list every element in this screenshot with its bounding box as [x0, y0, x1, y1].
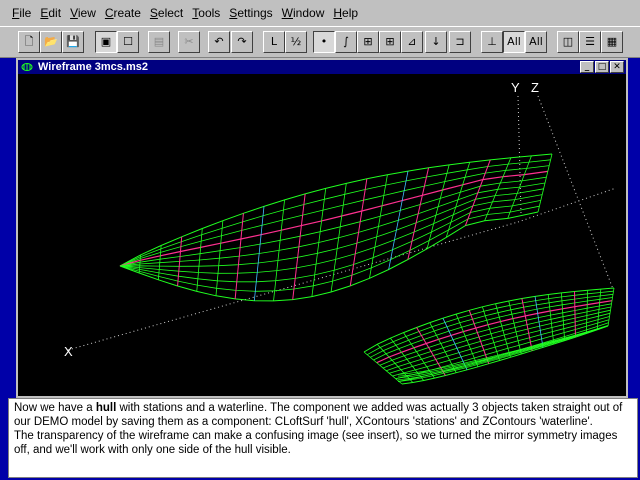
- new-file-button[interactable]: 🗋: [18, 31, 40, 53]
- insert-hull-rib-line: [455, 313, 479, 367]
- insert-hull-station-line: [574, 291, 576, 338]
- menu-window-label: indow: [293, 6, 325, 20]
- menu-file-label: ile: [19, 6, 32, 20]
- line-tool-button[interactable]: L: [263, 31, 285, 53]
- document-titlebar[interactable]: Wireframe 3mcs.ms2 _ □ ✕: [18, 60, 626, 74]
- caption-text-2: The transparency of the wireframe can ma…: [14, 430, 618, 456]
- point-tool-button[interactable]: •: [313, 31, 335, 53]
- z-axis-label: Z: [531, 80, 539, 95]
- redo-button[interactable]: ↷: [231, 31, 253, 53]
- 3d-viewport[interactable]: YZ X: [18, 74, 626, 396]
- large-hull-long-line: [119, 182, 546, 267]
- large-hull-rib-line: [426, 164, 450, 249]
- large-hull-rib-line: [445, 162, 471, 238]
- large-hull-rib-line: [507, 155, 532, 219]
- grid-tool-button[interactable]: ⊞: [379, 31, 401, 53]
- insert-hull-rib-line: [403, 332, 435, 379]
- menu-settings-label: ettings: [237, 6, 273, 20]
- document-window: Wireframe 3mcs.ms2 _ □ ✕ YZ X: [16, 58, 628, 398]
- menu-help-accelerator: H: [333, 6, 343, 20]
- menu-view[interactable]: View: [70, 6, 96, 20]
- maximize-button[interactable]: □: [595, 61, 609, 73]
- large-hull-station-line: [349, 178, 368, 286]
- large-hull-rib-line: [253, 206, 265, 301]
- menu-create[interactable]: Create: [105, 6, 141, 20]
- large-hull-rib-line: [311, 188, 327, 297]
- menu-create-accelerator: C: [104, 6, 114, 20]
- insert-hull-long-line: [392, 316, 610, 377]
- undo-button[interactable]: ↶: [208, 31, 230, 53]
- menu-settings[interactable]: Settings: [229, 6, 272, 20]
- large-hull-station-line: [292, 193, 306, 300]
- tile-button[interactable]: ▦: [601, 31, 623, 53]
- insert-hull-long-line: [382, 306, 612, 369]
- menu-select-accelerator: S: [149, 6, 158, 20]
- menu-tools[interactable]: Tools: [192, 6, 220, 20]
- x-axis-extension: [517, 187, 617, 223]
- align-tool-button[interactable]: ⊿: [401, 31, 423, 53]
- menu-bar: File Edit View Create Select Tools Settings Win…: [0, 0, 640, 26]
- frame-tool-button[interactable]: ⊐: [449, 31, 471, 53]
- snap-tool-button[interactable]: ⊞: [357, 31, 379, 53]
- properties-button[interactable]: ▤: [148, 31, 170, 53]
- caption-text-1a: Now we have a: [14, 402, 96, 414]
- x-axis-label: X: [64, 344, 73, 359]
- insert-hull-rib-line: [363, 351, 403, 385]
- axes-tool-button[interactable]: ⊥: [481, 31, 503, 53]
- y-axis-label: Y: [511, 80, 520, 95]
- menu-window[interactable]: Window: [282, 6, 325, 20]
- split-horizontal-button[interactable]: ☰: [579, 31, 601, 53]
- menu-view-label: iew: [77, 6, 96, 20]
- wireframe-scene: Y Z X: [64, 80, 617, 385]
- menu-tools-label: ools: [198, 6, 221, 20]
- document-title: Wireframe 3mcs.ms2: [38, 61, 148, 73]
- menu-view-accelerator: V: [70, 6, 78, 20]
- toolbar: 🗋 📂 💾 ▣ ☐ ▤ ✂ ↶ ↷ L ½ • ∫ ⊞ ⊞ ⊿ ↓ ⊐ ⊥ All All ◫ ☰ ▦: [0, 26, 640, 58]
- menu-window-accelerator: W: [281, 6, 293, 20]
- large-hull-rib-line: [330, 183, 347, 293]
- insert-hull-long-line: [386, 309, 611, 372]
- menu-file[interactable]: File: [12, 6, 31, 20]
- curve-tool-button[interactable]: ∫: [335, 31, 357, 53]
- large-hull-rib-line: [273, 199, 285, 301]
- arrow-tool-button[interactable]: ↓: [425, 31, 447, 53]
- view-frame-button[interactable]: ▣: [95, 31, 117, 53]
- view-rect-button[interactable]: ☐: [117, 31, 139, 53]
- large-hull-rib-line: [537, 153, 553, 213]
- insert-hull-rib-line: [442, 318, 468, 370]
- split-vertical-button[interactable]: ◫: [557, 31, 579, 53]
- insert-hull-long-line: [367, 290, 614, 356]
- save-button[interactable]: 💾: [62, 31, 84, 53]
- all-deselect-button[interactable]: All: [525, 31, 547, 53]
- menu-create-label: reate: [113, 6, 141, 20]
- large-hull-long-line: [119, 188, 544, 267]
- menu-select[interactable]: Select: [150, 6, 183, 20]
- large-hull-rib-line: [369, 174, 388, 279]
- close-button[interactable]: ✕: [610, 61, 624, 73]
- menu-edit[interactable]: Edit: [40, 6, 61, 20]
- menu-edit-label: dit: [48, 6, 62, 20]
- cut-button[interactable]: ✂: [178, 31, 200, 53]
- y-axis-line: [517, 95, 522, 215]
- insert-hull-rib-line: [607, 287, 615, 327]
- menu-help[interactable]: Help: [333, 6, 358, 20]
- caption-box: Now we have a hull with stations and a w…: [8, 398, 638, 478]
- large-hull-rib-line: [388, 170, 409, 270]
- fraction-tool-button[interactable]: ½: [285, 31, 307, 53]
- minimize-button[interactable]: _: [580, 61, 594, 73]
- open-file-button[interactable]: 📂: [40, 31, 62, 53]
- menu-select-label: elect: [157, 6, 184, 20]
- all-select-button[interactable]: All: [503, 31, 525, 53]
- menu-help-label: elp: [342, 6, 359, 20]
- caption-bold-hull: hull: [95, 402, 117, 414]
- large-hull-rib-line: [484, 157, 512, 221]
- wireframe-doc-icon: [21, 63, 33, 71]
